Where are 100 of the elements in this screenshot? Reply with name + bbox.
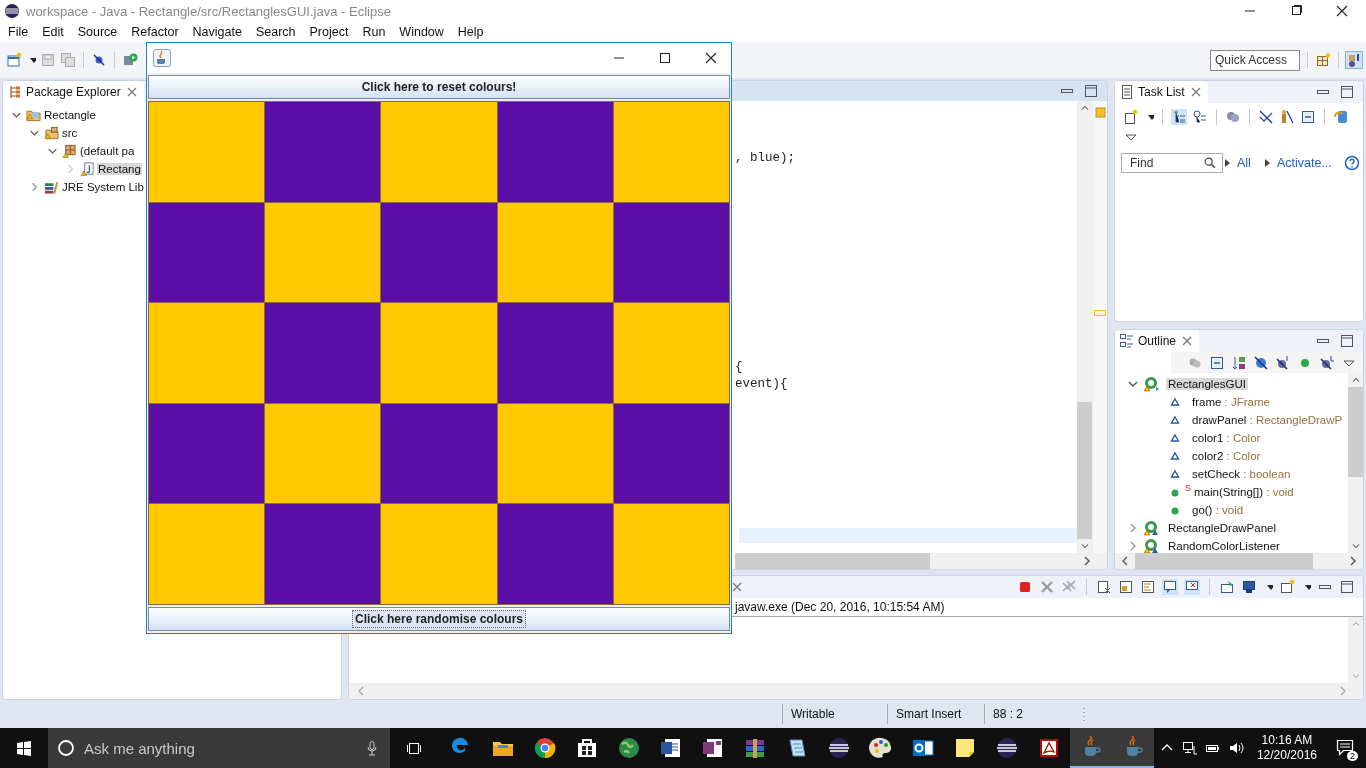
outline-item[interactable]: go() : void	[1190, 504, 1246, 516]
synchronize-icon[interactable]	[1333, 109, 1349, 125]
collapse-all-icon[interactable]	[1300, 109, 1316, 125]
tree-item[interactable]: JRE System Lib	[61, 181, 145, 193]
menu-item[interactable]: Project	[302, 25, 356, 39]
pin-console-icon[interactable]	[1219, 579, 1235, 595]
windows-start-icon[interactable]	[16, 740, 32, 756]
scheduled-icon[interactable]	[1192, 109, 1208, 125]
hide-completed-icon[interactable]	[1258, 109, 1274, 125]
menu-item[interactable]: File	[1, 25, 36, 39]
help-icon[interactable]	[1343, 155, 1360, 171]
pdf-app-icon[interactable]	[1037, 736, 1061, 760]
outline-item[interactable]: color1 : Color	[1190, 432, 1263, 444]
focus-icon[interactable]	[1225, 109, 1241, 125]
scroll-lock-icon[interactable]	[1118, 579, 1134, 595]
package-tree-icon	[7, 84, 23, 100]
notebook-app-icon[interactable]	[701, 736, 725, 760]
striped-circle-icon[interactable]	[827, 736, 851, 760]
hide-static-icon[interactable]	[1275, 355, 1291, 371]
open-console-icon[interactable]	[1279, 579, 1295, 595]
triangle-icon	[1262, 157, 1271, 169]
terminate-icon[interactable]	[1017, 579, 1033, 595]
outline-item[interactable]: RandomColorListener	[1166, 540, 1282, 552]
book-stack-icon[interactable]	[743, 736, 767, 760]
outline-item[interactable]: color2 : Color	[1190, 450, 1263, 462]
sticky-note-icon[interactable]	[953, 736, 977, 760]
show-on-output-icon[interactable]	[1162, 579, 1178, 595]
view-tab[interactable]: Outline	[1115, 330, 1200, 352]
tree-item[interactable]: Rectangle	[43, 109, 97, 121]
menu-item[interactable]: Help	[450, 25, 491, 39]
hide-others-icon[interactable]	[1279, 109, 1295, 125]
hide-fields-icon[interactable]	[1253, 355, 1269, 371]
browser-icon[interactable]	[533, 736, 557, 760]
vertical-scrollbar[interactable]	[1077, 101, 1092, 553]
close-icon[interactable]	[703, 50, 719, 66]
sort-icon[interactable]	[1231, 355, 1247, 371]
display-console-icon[interactable]	[1241, 579, 1257, 595]
find-field[interactable]: Find	[1121, 153, 1223, 173]
notification-button[interactable]: 2	[1330, 733, 1360, 763]
close-icon[interactable]	[1334, 3, 1350, 19]
menu-item[interactable]: Source	[70, 25, 125, 39]
document-app-icon[interactable]	[659, 736, 683, 760]
word-wrap-icon[interactable]	[1140, 579, 1156, 595]
shopping-bag-icon[interactable]	[575, 736, 599, 760]
menu-item[interactable]: Navigate	[185, 25, 249, 39]
view-tab[interactable]: Package Explorer	[3, 81, 144, 103]
striped-circle-icon[interactable]	[995, 736, 1019, 760]
view-tab[interactable]: Task List	[1115, 81, 1208, 103]
outline-item[interactable]: RectanglesGUI	[1166, 378, 1248, 390]
maximize-icon[interactable]	[1339, 579, 1355, 595]
scroll-thumb[interactable]	[1348, 387, 1363, 477]
show-on-error-icon[interactable]	[1184, 579, 1200, 595]
globe-icon[interactable]	[617, 736, 641, 760]
clear-console-icon[interactable]	[1096, 579, 1112, 595]
outline-item[interactable]: RectangleDrawPanel	[1166, 522, 1279, 534]
coffee-cup-icon[interactable]	[153, 49, 171, 67]
horizontal-scrollbar[interactable]	[1115, 553, 1363, 569]
java-perspective-icon[interactable]	[1346, 52, 1362, 68]
network-icon[interactable]	[1181, 740, 1198, 756]
outline-item[interactable]: setCheck : boolean	[1190, 468, 1293, 480]
open-perspective-icon[interactable]	[1315, 52, 1331, 68]
vertical-scrollbar[interactable]	[1348, 373, 1363, 553]
collapse-all-icon[interactable]	[1209, 355, 1225, 371]
horizontal-scrollbar[interactable]	[735, 553, 1107, 569]
filter-link[interactable]: Activate...	[1276, 156, 1332, 170]
new-task-icon[interactable]	[1123, 109, 1139, 125]
menu-item[interactable]: Run	[355, 25, 393, 39]
clock[interactable]: 10:16 AM 12/20/2016	[1250, 733, 1323, 763]
class-icon	[1143, 520, 1159, 536]
maximize-icon[interactable]	[657, 50, 673, 66]
maximize-icon[interactable]	[1339, 84, 1355, 100]
filter-link[interactable]: All	[1237, 156, 1251, 170]
hide-local-types-icon[interactable]	[1319, 355, 1335, 371]
menu-item[interactable]: Window	[392, 25, 451, 39]
categorized-icon[interactable]	[1171, 109, 1187, 125]
scroll-thumb[interactable]	[1077, 402, 1092, 539]
search-bar[interactable]: Ask me anything	[48, 728, 390, 768]
occurrence-marker-icon	[1093, 309, 1107, 317]
quick-access-field[interactable]: Quick Access	[1210, 49, 1300, 71]
outline-item[interactable]: frame : JFrame	[1190, 396, 1272, 408]
palette-icon[interactable]	[869, 736, 893, 760]
menu-item[interactable]: Edit	[35, 25, 71, 39]
task-view-icon[interactable]	[406, 740, 422, 756]
colour-button[interactable]: Click here to reset colours!	[148, 75, 730, 99]
tree-item[interactable]: Rectang	[97, 163, 142, 175]
tree-item[interactable]: src	[61, 127, 79, 139]
outline-item[interactable]: main(String[]) : void	[1192, 486, 1296, 498]
outline-item[interactable]: drawPanel : RectangleDrawP	[1190, 414, 1345, 426]
tree-item[interactable]: (default pa	[79, 145, 136, 157]
run-icon[interactable]	[122, 52, 138, 68]
menu-item[interactable]: Search	[248, 25, 303, 39]
volume-icon[interactable]	[1227, 740, 1244, 756]
drag-handle-icon[interactable]	[1081, 706, 1087, 722]
colour-button[interactable]: Click here randomise colours	[148, 607, 730, 631]
remove-launch-icon[interactable]	[1039, 579, 1055, 595]
new-file-icon[interactable]	[6, 52, 22, 68]
menu-item[interactable]: Refactor	[124, 25, 186, 39]
search-field[interactable]: Ask me anything	[82, 738, 356, 758]
slashed-breakpoint-icon[interactable]	[91, 52, 107, 68]
maximize-icon[interactable]	[1339, 333, 1355, 349]
